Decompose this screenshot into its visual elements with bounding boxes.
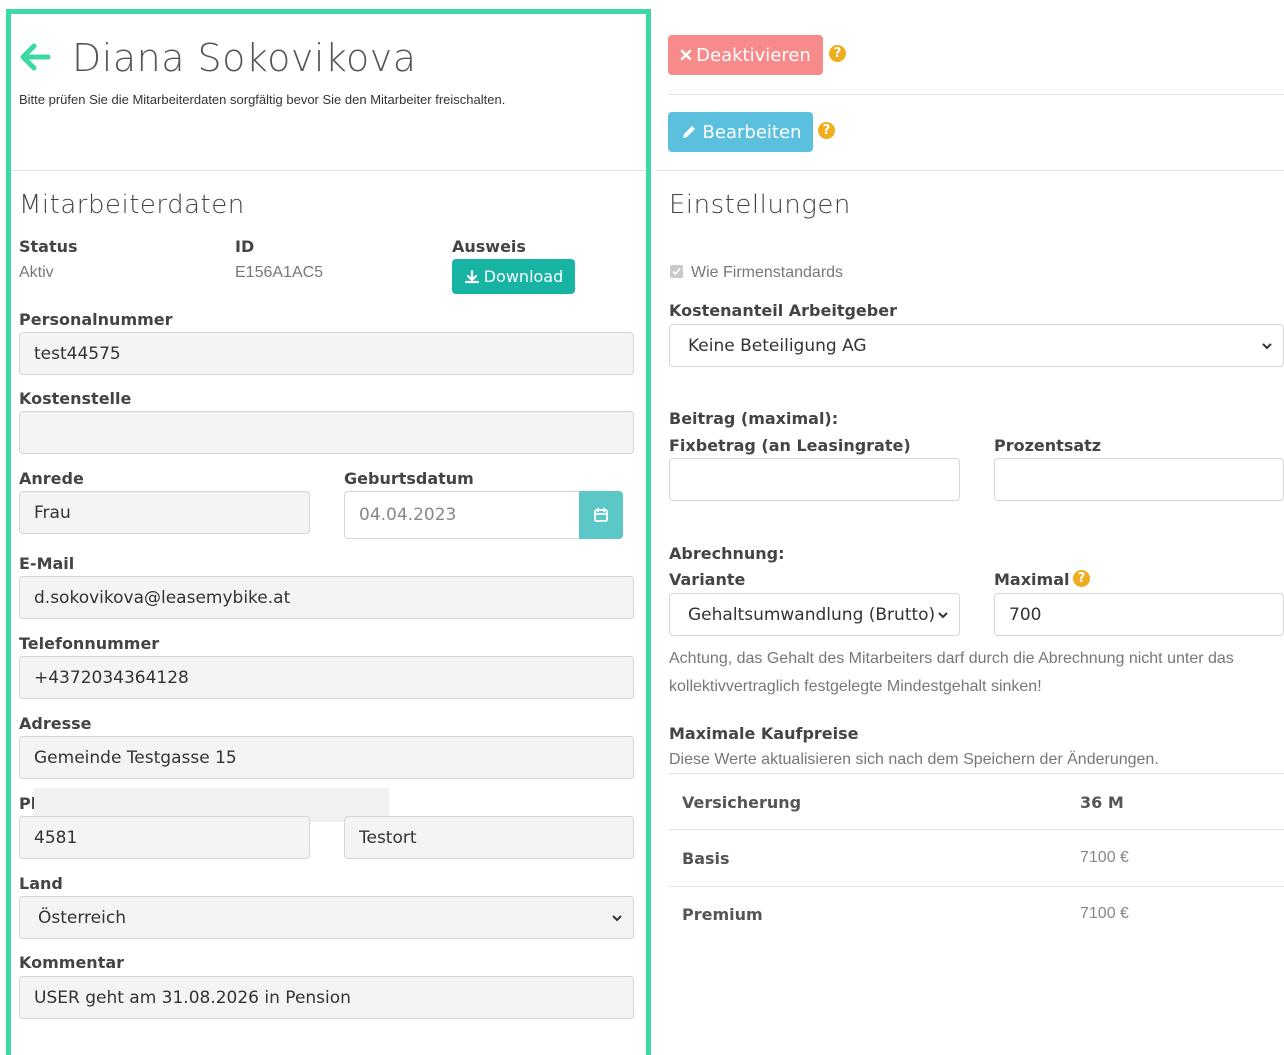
land-value: Österreich	[38, 907, 126, 928]
id-label: ID	[235, 237, 255, 256]
ort-input[interactable]: Testort	[344, 816, 634, 859]
firmenstandards-checkbox[interactable]	[670, 265, 683, 278]
beitrag-heading: Beitrag (maximal):	[669, 409, 839, 428]
help-icon[interactable]: ?	[818, 122, 835, 139]
kostenanteil-value: Keine Beteiligung AG	[688, 335, 867, 356]
plz-input[interactable]: 4581	[19, 816, 310, 859]
table-row-value: 7100 €	[1080, 905, 1129, 922]
variante-value: Gehaltsumwandlung (Brutto)	[688, 604, 936, 625]
kostenanteil-select[interactable]: Keine Beteiligung AG	[669, 324, 1284, 367]
prozentsatz-input[interactable]	[994, 458, 1284, 501]
anrede-label: Anrede	[19, 469, 84, 488]
prozentsatz-label: Prozentsatz	[994, 436, 1102, 455]
maximal-label: Maximal	[994, 570, 1070, 589]
deactivate-label: Deaktivieren	[696, 44, 811, 66]
variante-select[interactable]: Gehaltsumwandlung (Brutto)	[669, 593, 960, 636]
page-subtitle: Bitte prüfen Sie die Mitarbeiterdaten so…	[19, 92, 506, 107]
warning-line-2: kollektivvertraglich festgelegte Mindest…	[669, 678, 1042, 695]
kostenstelle-label: Kostenstelle	[19, 389, 132, 408]
table-row-label: Premium	[682, 905, 763, 924]
calendar-button[interactable]	[579, 491, 623, 539]
ausweis-label: Ausweis	[452, 237, 526, 256]
warning-line-1: Achtung, das Gehalt des Mitarbeiters dar…	[669, 650, 1234, 667]
geburtsdatum-label: Geburtsdatum	[344, 469, 474, 488]
chevron-down-icon	[1262, 342, 1272, 349]
kommentar-input[interactable]: USER geht am 31.08.2026 in Pension	[19, 976, 634, 1019]
email-input[interactable]: d.sokovikova@leasemybike.at	[19, 576, 634, 619]
calendar-icon	[594, 507, 608, 522]
status-label: Status	[19, 237, 78, 256]
deactivate-button[interactable]: Deaktivieren	[668, 35, 823, 75]
back-arrow-icon[interactable]	[18, 40, 52, 74]
pencil-icon	[682, 126, 695, 138]
help-icon[interactable]: ?	[1073, 570, 1090, 587]
firmenstandards-label: Wie Firmenstandards	[691, 264, 844, 281]
table-divider	[669, 829, 1284, 830]
kaufpreise-note: Diese Werte aktualisieren sich nach dem …	[669, 751, 1159, 768]
adresse-input[interactable]: Gemeinde Testgasse 15	[19, 736, 634, 779]
adresse-label: Adresse	[19, 714, 92, 733]
table-row-label: Versicherung	[682, 793, 802, 812]
table-row-value: 36 M	[1080, 793, 1124, 812]
divider	[668, 94, 1284, 95]
divider	[11, 170, 646, 171]
personalnummer-input[interactable]: test44575	[19, 332, 634, 375]
edit-button[interactable]: Bearbeiten	[668, 112, 813, 152]
help-icon[interactable]: ?	[829, 45, 846, 62]
download-button[interactable]: Download	[452, 259, 575, 294]
table-divider	[669, 886, 1284, 887]
id-value: E156A1AC5	[235, 264, 324, 281]
personalnummer-label: Personalnummer	[19, 310, 173, 329]
telefon-label: Telefonnummer	[19, 634, 160, 653]
close-icon	[680, 49, 692, 61]
variante-label: Variante	[669, 570, 746, 589]
employee-section-title: Mitarbeiterdaten	[19, 190, 245, 220]
kommentar-label: Kommentar	[19, 953, 125, 972]
chevron-down-icon	[612, 914, 622, 921]
land-label: Land	[19, 874, 63, 893]
page-title: Diana Sokovikova	[72, 36, 417, 80]
anrede-input[interactable]: Frau	[19, 491, 310, 534]
maximal-input[interactable]: 700	[994, 593, 1284, 636]
status-value: Aktiv	[19, 264, 54, 281]
abrechnung-heading: Abrechnung:	[669, 544, 785, 563]
fixbetrag-input[interactable]	[669, 458, 960, 501]
kaufpreise-heading: Maximale Kaufpreise	[669, 724, 859, 743]
check-icon	[672, 267, 681, 276]
settings-section-title: Einstellungen	[669, 190, 851, 220]
kostenstelle-input[interactable]	[19, 411, 634, 454]
table-row-value: 7100 €	[1080, 849, 1129, 866]
geburtsdatum-input[interactable]: 04.04.2023	[344, 491, 580, 539]
download-label: Download	[483, 267, 564, 286]
email-label: E-Mail	[19, 554, 75, 573]
edit-label: Bearbeiten	[702, 121, 802, 143]
divider	[655, 170, 1284, 171]
telefon-input[interactable]: +4372034364128	[19, 656, 634, 699]
fixbetrag-label: Fixbetrag (an Leasingrate)	[669, 436, 911, 455]
kostenanteil-label: Kostenanteil Arbeitgeber	[669, 301, 897, 320]
download-icon	[464, 269, 479, 283]
table-divider	[669, 773, 1284, 774]
table-row-label: Basis	[682, 849, 730, 868]
land-select[interactable]: Österreich	[19, 896, 634, 939]
chevron-down-icon	[938, 611, 948, 618]
